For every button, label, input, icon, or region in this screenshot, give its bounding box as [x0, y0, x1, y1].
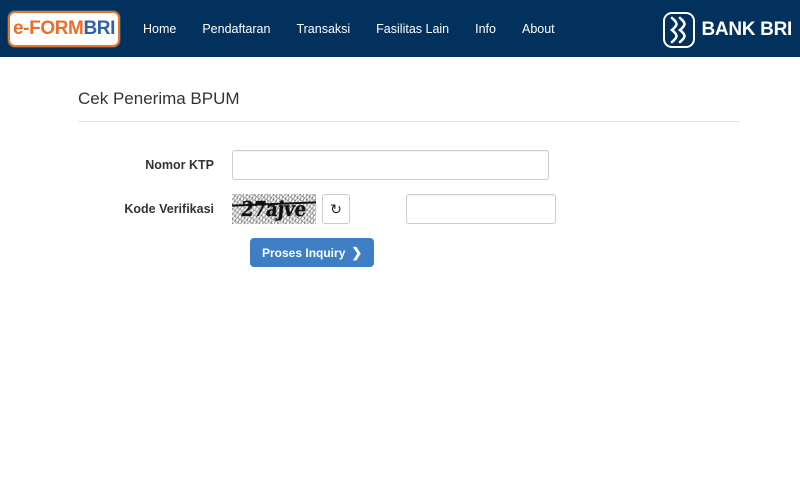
captcha-image: 27ajve: [232, 194, 316, 224]
title-divider: [78, 121, 740, 122]
proses-inquiry-button[interactable]: Proses Inquiry ❯: [250, 238, 375, 267]
form-row-kode-verifikasi: Kode Verifikasi 27ajve ↻: [0, 194, 800, 224]
top-navigation-bar: e-FORMBRI Home Pendaftaran Transaksi Fas…: [0, 0, 800, 57]
nomor-ktp-input[interactable]: [232, 150, 549, 180]
bank-bri-monogram-icon: [669, 16, 686, 44]
nav-item-about[interactable]: About: [509, 16, 568, 42]
page-title: Cek Penerima BPUM: [78, 89, 240, 108]
brand-eform-text: e-FORM: [13, 18, 84, 39]
nav-item-home[interactable]: Home: [130, 16, 189, 42]
bpum-check-form: Nomor KTP Kode Verifikasi 27ajve ↻ Prose…: [0, 150, 800, 267]
field-nomor-ktp: [232, 150, 549, 180]
field-kode-verifikasi: 27ajve ↻: [232, 194, 556, 224]
nav-item-fasilitas-lain[interactable]: Fasilitas Lain: [363, 16, 462, 42]
nav-item-info[interactable]: Info: [462, 16, 509, 42]
chevron-right-icon: ❯: [351, 244, 363, 260]
brand-text: e-FORMBRI: [13, 19, 115, 38]
form-row-ktp: Nomor KTP: [0, 150, 800, 180]
proses-inquiry-label: Proses Inquiry: [262, 245, 346, 260]
form-row-submit: Proses Inquiry ❯: [0, 238, 800, 267]
kode-verifikasi-input[interactable]: [406, 194, 556, 224]
bank-bri-logo: BANK BRI: [662, 12, 793, 48]
nav-item-pendaftaran[interactable]: Pendaftaran: [189, 16, 283, 42]
bank-bri-mark-icon: [662, 12, 695, 48]
eform-bri-logo[interactable]: e-FORMBRI: [8, 10, 120, 47]
nav-links: Home Pendaftaran Transaksi Fasilitas Lai…: [130, 16, 568, 42]
label-kode-verifikasi: Kode Verifikasi: [124, 202, 214, 216]
page-content: Cek Penerima BPUM Nomor KTP Kode Verifik…: [0, 57, 800, 267]
captcha-text: 27ajve: [240, 196, 308, 222]
nav-item-transaksi[interactable]: Transaksi: [283, 16, 363, 42]
brand-bri-text: BRI: [83, 18, 115, 39]
refresh-captcha-button[interactable]: ↻: [322, 194, 350, 224]
bank-bri-name: BANK BRI: [701, 19, 793, 40]
submit-spacer: [0, 238, 250, 267]
label-nomor-ktp: Nomor KTP: [145, 158, 214, 172]
